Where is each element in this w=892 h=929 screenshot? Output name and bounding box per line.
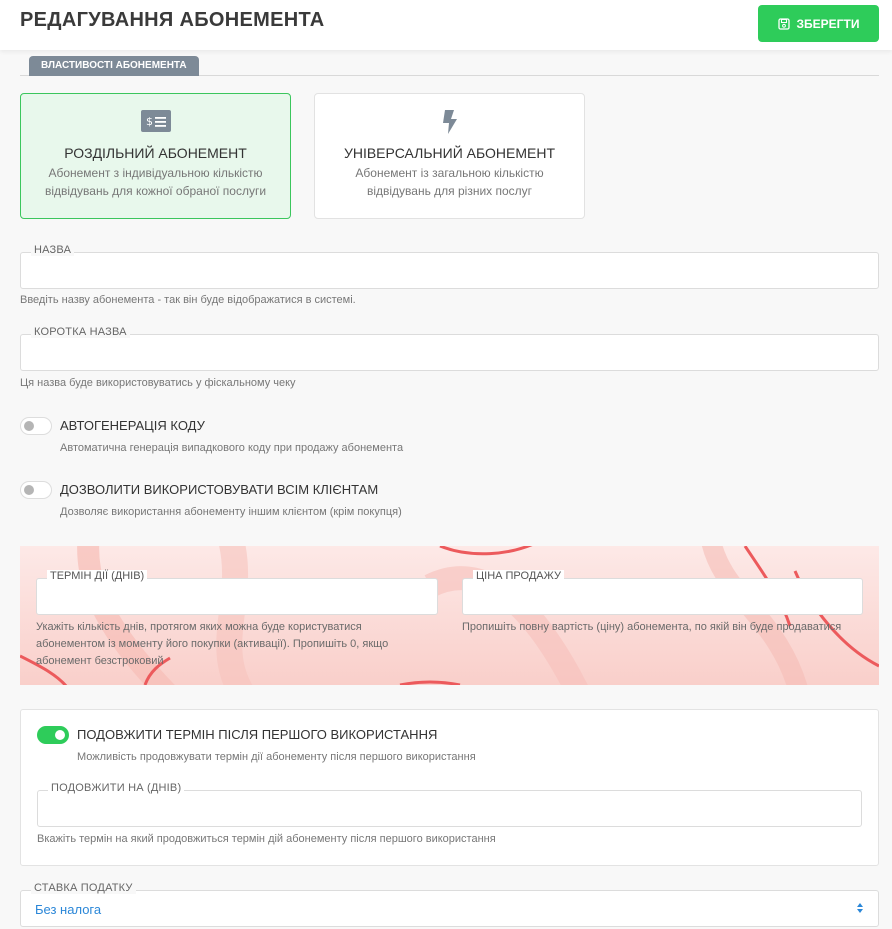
sale-price-hint: Пропишіть повну вартість (ціну) абонемен… xyxy=(462,621,842,633)
tab-properties[interactable]: ВЛАСТИВОСТІ АБОНЕМЕНТА xyxy=(29,56,199,76)
money-bill-icon: $ xyxy=(140,110,171,132)
allow-all-clients-label: ДОЗВОЛИТИ ВИКОРИСТОВУВАТИ ВСІМ КЛІЄНТАМ xyxy=(60,482,379,497)
page-header: РЕДАГУВАННЯ АБОНЕМЕНТА ЗБЕРЕГТИ xyxy=(0,0,892,50)
name-field-hint: Введіть назву абонемента - так він буде … xyxy=(20,294,356,306)
hint-line: Укажіть кількість днів, протягом яких мо… xyxy=(36,621,362,633)
type-card-title: УНІВЕРСАЛЬНИЙ АБОНЕМЕНТ xyxy=(343,145,556,161)
toggle-knob xyxy=(24,485,34,495)
extend-days-label: ПОДОВЖИТИ НА (ДНІВ) xyxy=(48,782,185,794)
extend-after-first-use-toggle[interactable] xyxy=(37,726,69,744)
save-button[interactable]: ЗБЕРЕГТИ xyxy=(758,5,879,42)
extend-after-first-use-desc: Можливість продовжувати термін дії абоне… xyxy=(77,751,476,763)
sale-price-label: ЦІНА ПРОДАЖУ xyxy=(473,570,565,582)
autogen-code-label: АВТОГЕНЕРАЦІЯ КОДУ xyxy=(60,418,205,433)
hint-line: абонементом із моменту його покупки (акт… xyxy=(36,638,389,650)
toggle-knob xyxy=(24,421,34,431)
allow-all-clients-toggle[interactable] xyxy=(20,481,52,499)
type-card-desc-line: Абонемент із загальною кількістю xyxy=(355,166,544,180)
autogen-code-desc: Автоматична генерація випадкового коду п… xyxy=(60,442,404,454)
select-sort-icon xyxy=(857,903,863,913)
type-card-separate[interactable]: $ РОЗДІЛЬНИЙ АБОНЕМЕНТ Абонемент з індив… xyxy=(20,93,291,219)
bolt-icon xyxy=(442,110,457,134)
type-card-desc-line: відвідувань для кожної обраної послуги xyxy=(44,184,267,198)
save-button-label: ЗБЕРЕГТИ xyxy=(796,16,860,31)
validity-price-panel: ТЕРМІН ДІЇ (ДНІВ) Укажіть кількість днів… xyxy=(20,546,879,685)
type-card-desc-line: відвідувань для різних послуг xyxy=(366,184,533,198)
hint-line: абонемент безстроковий xyxy=(36,655,164,667)
extend-term-panel: ПОДОВЖИТИ ТЕРМІН ПІСЛЯ ПЕРШОГО ВИКОРИСТА… xyxy=(20,709,879,866)
validity-days-label: ТЕРМІН ДІЇ (ДНІВ) xyxy=(47,570,148,582)
type-card-desc: Абонемент із загальною кількістю відвіду… xyxy=(325,164,574,200)
svg-text:$: $ xyxy=(146,115,153,128)
allow-all-clients-desc: Дозволяє використання абонементу іншим к… xyxy=(60,506,402,518)
short-name-field-hint: Ця назва буде використовуватись у фіскал… xyxy=(20,377,296,389)
validity-days-field[interactable] xyxy=(36,578,438,615)
type-card-title: РОЗДІЛЬНИЙ АБОНЕМЕНТ xyxy=(64,145,247,161)
extend-days-field[interactable] xyxy=(37,790,862,827)
type-card-desc-line: Абонемент з індивідуальною кількістю xyxy=(48,166,263,180)
name-field[interactable] xyxy=(20,252,879,289)
name-field-label: НАЗВА xyxy=(31,244,75,256)
type-card-universal[interactable]: УНІВЕРСАЛЬНИЙ АБОНЕМЕНТ Абонемент із заг… xyxy=(314,93,585,219)
floppy-disk-icon xyxy=(777,17,790,30)
extend-after-first-use-label: ПОДОВЖИТИ ТЕРМІН ПІСЛЯ ПЕРШОГО ВИКОРИСТА… xyxy=(77,727,438,742)
tax-rate-select[interactable]: Без налога xyxy=(20,890,879,927)
sale-price-field[interactable] xyxy=(462,578,863,615)
short-name-field[interactable] xyxy=(20,334,879,371)
toggle-knob xyxy=(55,730,65,740)
type-card-desc: Абонемент з індивідуальною кількістю від… xyxy=(31,164,280,200)
short-name-field-label: КОРОТКА НАЗВА xyxy=(31,326,130,338)
tax-rate-label: СТАВКА ПОДАТКУ xyxy=(31,882,136,894)
page-title: РЕДАГУВАННЯ АБОНЕМЕНТА xyxy=(20,9,325,31)
extend-days-hint: Вкажіть термін на який продовжиться терм… xyxy=(37,833,496,845)
validity-days-hint: Укажіть кількість днів, протягом яких мо… xyxy=(36,619,388,670)
tax-rate-value: Без налога xyxy=(35,902,102,917)
autogen-code-toggle[interactable] xyxy=(20,417,52,435)
